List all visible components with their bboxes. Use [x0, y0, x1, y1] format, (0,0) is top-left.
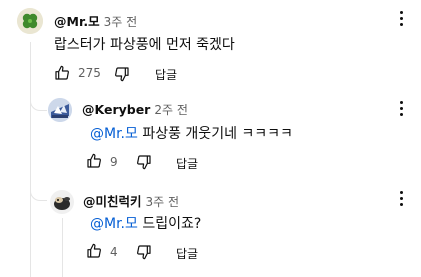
thread-line-reply [62, 218, 63, 277]
like-count: 4 [110, 245, 118, 259]
comment-text: 랍스터가 파상풍에 먼저 죽겠다 [54, 34, 235, 54]
comment-text: @Mr.모 드립이죠? [90, 213, 201, 233]
comment-author[interactable]: @Keryber 2주 전 [82, 101, 188, 118]
thumbs-up-icon [55, 65, 69, 80]
more-options-icon[interactable] [399, 11, 403, 27]
thread-connector-1 [30, 96, 47, 111]
dislike-button[interactable] [114, 66, 130, 82]
reply-button[interactable]: 답글 [176, 245, 198, 262]
like-button[interactable] [54, 65, 70, 81]
more-options-icon[interactable] [399, 191, 403, 207]
comment-time[interactable]: 3주 전 [146, 195, 180, 209]
like-count: 275 [78, 66, 101, 80]
thread-connector-2 [30, 186, 47, 201]
thumbs-down-icon [115, 67, 129, 82]
thumbs-up-icon [87, 153, 101, 168]
thumbs-down-icon [137, 155, 151, 170]
dislike-button[interactable] [136, 244, 152, 260]
comment-body: 드립이죠? [137, 216, 202, 232]
like-button[interactable] [86, 153, 102, 169]
comment-text: @Mr.모 파상풍 개웃기네 ㅋㅋㅋㅋ [90, 123, 293, 143]
mention-link[interactable]: @Mr.모 [90, 126, 138, 142]
like-count: 9 [110, 155, 118, 169]
clover-avatar-icon[interactable] [17, 8, 43, 34]
more-options-icon[interactable] [399, 101, 403, 117]
comment-body: 랍스터가 파상풍에 먼저 죽겠다 [54, 37, 235, 53]
anime-avatar-icon[interactable] [48, 98, 72, 122]
thread-line-main [30, 42, 31, 277]
like-button[interactable] [86, 243, 102, 259]
comment-time[interactable]: 3주 전 [104, 15, 138, 29]
author-name[interactable]: @Keryber [82, 102, 150, 117]
comment-author[interactable]: @미친럭키 3주 전 [83, 191, 179, 210]
thumbs-down-icon [137, 245, 151, 260]
mention-link[interactable]: @Mr.모 [90, 216, 138, 232]
dislike-button[interactable] [136, 154, 152, 170]
thumbs-up-icon [87, 243, 101, 258]
comment-author[interactable]: @Mr.모 3주 전 [54, 11, 137, 30]
dog-avatar-icon[interactable] [50, 190, 74, 214]
reply-button[interactable]: 답글 [155, 66, 177, 83]
reply-button[interactable]: 답글 [176, 155, 198, 172]
comment-body: 파상풍 개웃기네 ㅋㅋㅋㅋ [137, 126, 293, 142]
author-name[interactable]: @미친럭키 [83, 194, 142, 209]
author-name[interactable]: @Mr.모 [54, 14, 100, 29]
comment-time[interactable]: 2주 전 [154, 103, 188, 117]
